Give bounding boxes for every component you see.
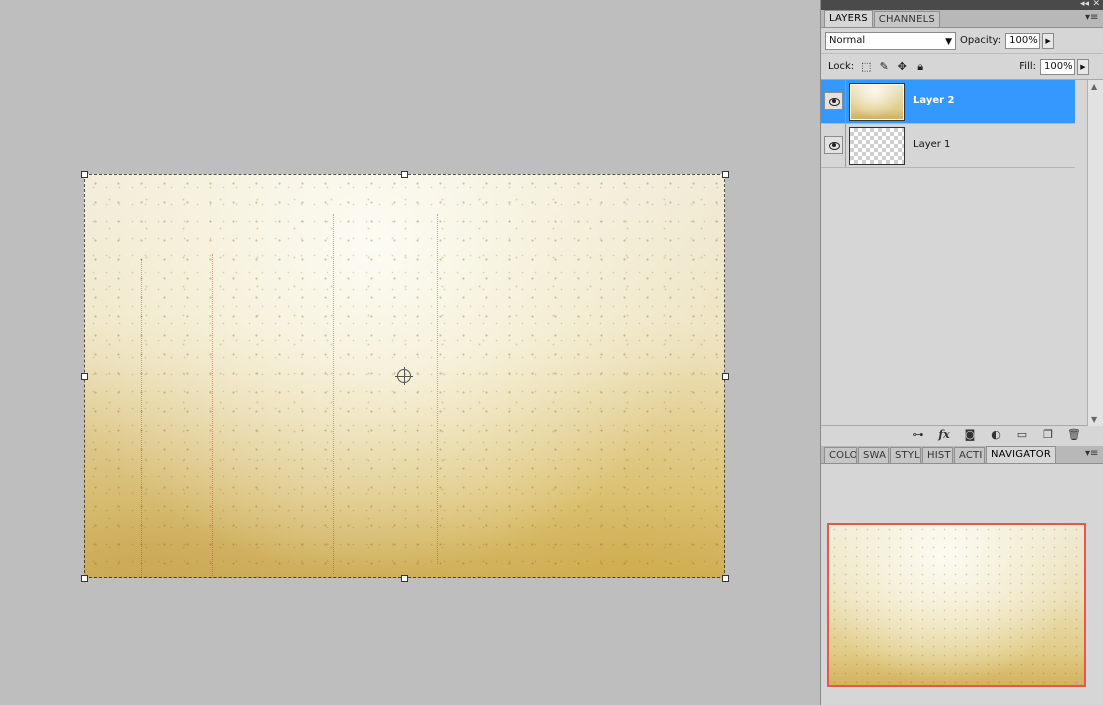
eye-icon[interactable]: [824, 92, 843, 110]
chevron-down-icon: ▼: [945, 36, 952, 47]
transform-handle-top-right[interactable]: [722, 171, 729, 178]
close-icon[interactable]: ✕: [1092, 0, 1100, 10]
tab-history[interactable]: HIST: [922, 447, 953, 463]
transform-reference-point-icon[interactable]: [395, 367, 413, 385]
transform-handle-bottom-center[interactable]: [401, 575, 408, 582]
adjustment-icon[interactable]: ◐: [987, 428, 1005, 442]
link-icon[interactable]: ⊶: [909, 428, 927, 442]
transform-handle-bottom-right[interactable]: [722, 575, 729, 582]
transform-handle-bottom-left[interactable]: [81, 575, 88, 582]
canvas-workspace[interactable]: [0, 0, 820, 705]
tab-navigator[interactable]: NAVIGATOR: [986, 446, 1057, 463]
panel-menu-icon[interactable]: ▾≡: [1085, 12, 1099, 24]
layers-tabbar: LAYERS CHANNELS ▾≡: [821, 10, 1103, 28]
divider: [845, 80, 846, 123]
tab-layers[interactable]: LAYERS: [824, 10, 873, 27]
layer-thumbnail: [849, 83, 905, 121]
opacity-slider-button[interactable]: ▶: [1042, 32, 1055, 49]
tab-styles[interactable]: STYL: [890, 447, 921, 463]
lock-transparent-pixels-icon[interactable]: ⬚: [860, 60, 872, 73]
trash-icon[interactable]: 🗑︎: [1065, 428, 1083, 442]
folder-icon[interactable]: ▭: [1013, 428, 1031, 442]
tab-color[interactable]: COLO: [824, 447, 857, 463]
blend-mode-select[interactable]: Normal ▼: [825, 31, 956, 50]
layers-footer: ⊶ fx ◙ ◐ ▭ ❐ 🗑︎: [821, 426, 1103, 444]
preview-texture: [829, 525, 1084, 685]
navigator-panel: COLO SWA STYL HIST ACTI NAVIGATOR ▾≡: [821, 446, 1103, 705]
scroll-up-icon[interactable]: ▲: [1091, 82, 1097, 91]
layer-row[interactable]: Layer 2: [821, 80, 1075, 124]
layer-thumbnail: [849, 127, 905, 165]
fill-slider-button[interactable]: ▶: [1077, 58, 1089, 75]
dock-title-bar: ◂◂ ✕: [821, 0, 1103, 10]
transform-handle-middle-right[interactable]: [722, 373, 729, 380]
tab-channels[interactable]: CHANNELS: [873, 11, 940, 27]
transform-handle-middle-left[interactable]: [81, 373, 88, 380]
lock-row: Lock: ⬚ ✎ ✥ 🔒︎ Fill: 100% ▶: [821, 54, 1103, 80]
tab-swatches[interactable]: SWA: [858, 447, 889, 463]
lock-position-icon[interactable]: ✥: [896, 60, 908, 73]
navigator-preview[interactable]: [827, 523, 1086, 687]
layers-scrollbar[interactable]: ▲ ▼: [1087, 80, 1103, 426]
layer-row[interactable]: Layer 1: [821, 124, 1075, 168]
layer-list: Layer 2 Layer 1 ▲ ▼: [821, 80, 1103, 426]
divider: [845, 124, 846, 167]
opacity-field[interactable]: 100%: [1005, 32, 1041, 49]
transform-handle-top-left[interactable]: [81, 171, 88, 178]
layers-panel: LAYERS CHANNELS ▾≡ Normal ▼ Opacity: 100…: [821, 10, 1103, 444]
transform-handle-top-center[interactable]: [401, 171, 408, 178]
panel-menu-icon[interactable]: ▾≡: [1085, 448, 1099, 460]
collapse-panels-icon[interactable]: ◂◂: [1080, 0, 1089, 10]
lock-label: Lock:: [828, 61, 855, 72]
lock-all-icon[interactable]: 🔒︎: [914, 60, 926, 73]
eye-icon[interactable]: [824, 136, 843, 154]
new-layer-icon[interactable]: ❐: [1039, 428, 1057, 442]
mask-icon[interactable]: ◙: [961, 428, 979, 442]
fx-icon[interactable]: fx: [935, 428, 953, 442]
blend-row: Normal ▼ Opacity: 100% ▶: [821, 28, 1103, 54]
fill-label: Fill:: [1019, 61, 1036, 72]
scroll-down-icon[interactable]: ▼: [1091, 415, 1097, 424]
opacity-label: Opacity:: [960, 35, 1002, 46]
fill-field[interactable]: 100%: [1040, 58, 1075, 75]
layer-name: Layer 1: [913, 139, 951, 150]
blend-mode-value: Normal: [829, 34, 866, 46]
navigator-tabbar: COLO SWA STYL HIST ACTI NAVIGATOR ▾≡: [821, 446, 1103, 464]
tab-actions[interactable]: ACTI: [954, 447, 985, 463]
layer-name: Layer 2: [913, 95, 955, 106]
lock-image-pixels-icon[interactable]: ✎: [878, 60, 890, 73]
panel-dock: ◂◂ ✕ LAYERS CHANNELS ▾≡ Normal ▼ Opacity…: [820, 0, 1103, 705]
